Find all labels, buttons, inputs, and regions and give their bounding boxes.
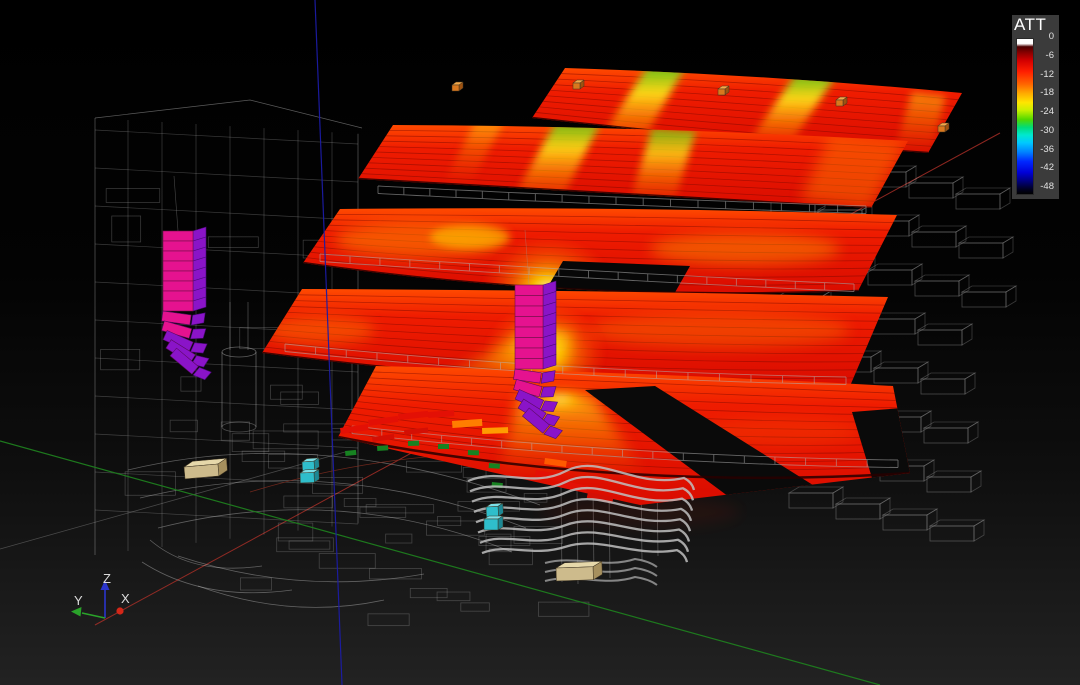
rigging-line	[174, 176, 178, 231]
attenuation-legend: ATT 0-6-12-18-24-30-36-42-48	[1012, 15, 1059, 199]
legend-tick: -30	[1040, 126, 1054, 136]
viewport-background: Z Y X ATT 0-6-12-18-24-30-36-42-48	[0, 0, 1080, 685]
y-axis-arrow	[82, 613, 105, 618]
legend-tick: -24	[1040, 107, 1054, 117]
x-axis-dot	[116, 607, 123, 614]
legend-tick: -36	[1040, 145, 1054, 155]
stage-monitor-box	[184, 458, 228, 479]
stage-monitor-box	[556, 561, 603, 581]
axis-gizmo: Z Y X	[71, 571, 130, 618]
utility-box-cyan	[302, 458, 320, 471]
y-axis-label: Y	[74, 593, 83, 608]
utility-box-cyan	[300, 469, 319, 483]
legend-tick: -6	[1046, 51, 1054, 61]
viewport-3d-scene[interactable]: Z Y X	[0, 0, 1080, 685]
legend-tick: -12	[1040, 70, 1054, 80]
legend-tick: 0	[1049, 32, 1054, 42]
scene-geometry	[0, 0, 1016, 685]
legend-tick: -42	[1040, 163, 1054, 173]
legend-colorbar	[1016, 38, 1034, 195]
surround-speaker-marker	[452, 82, 463, 91]
utility-box-cyan	[484, 516, 503, 530]
legend-tick: -48	[1040, 182, 1054, 192]
utility-box-cyan	[486, 503, 504, 517]
legend-tick: -18	[1040, 88, 1054, 98]
mapping-plane-5	[338, 366, 928, 514]
z-axis-label: Z	[103, 571, 111, 586]
speaker-array-left	[162, 176, 212, 383]
y-axis-arrowhead	[71, 607, 82, 617]
x-axis-label: X	[121, 591, 130, 606]
